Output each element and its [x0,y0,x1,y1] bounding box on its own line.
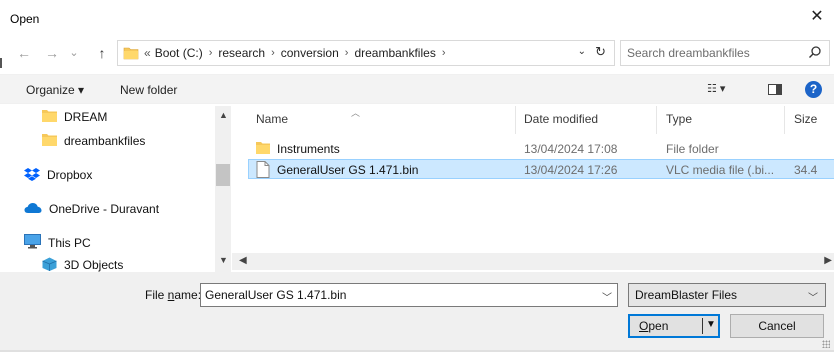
title-bar: Open ✕ [0,0,834,32]
sidebar-item-dreambankfiles[interactable]: dreambankfiles [42,130,231,152]
back-button[interactable]: ← [14,43,34,63]
sidebar-item-label: dreambankfiles [64,134,146,148]
file-type-select[interactable]: DreamBlaster Files ﹀ [628,283,826,307]
sidebar-item-onedrive[interactable]: OneDrive - Duravant [24,198,231,220]
folder-icon [42,109,57,126]
table-row[interactable]: GeneralUser GS 1.471.bin 13/04/2024 17:2… [248,159,834,179]
open-options-dropdown-icon[interactable]: ▼ [706,319,716,330]
column-header-type[interactable]: Type [666,112,692,126]
file-icon [256,161,270,181]
file-type: VLC media file (.bi... [666,163,775,177]
column-divider[interactable] [784,106,785,134]
resize-grip-icon[interactable] [822,340,830,348]
search-icon[interactable] [808,45,822,62]
column-header-name[interactable]: Name [256,112,288,126]
refresh-icon[interactable]: ↻ [595,44,606,60]
open-file-dialog: Open ✕ ← → ⌄ ↑ « Boot (C:) › research › … [0,0,834,352]
chevron-down-icon[interactable]: ﹀ [808,289,818,304]
split-divider [702,318,703,334]
cancel-button-label: Cancel [758,319,796,333]
file-type-selected: DreamBlaster Files [635,288,738,302]
navigation-pane: DREAM dreambankfiles Dropbox OneDrive - … [0,106,231,272]
file-date: 13/04/2024 17:26 [524,163,618,177]
address-bar[interactable]: « Boot (C:) › research › conversion › dr… [117,40,615,66]
search-input[interactable] [627,45,797,61]
preview-pane-icon[interactable] [768,84,782,95]
search-box [620,40,830,66]
close-icon[interactable]: ✕ [808,8,826,26]
sidebar-item-dropbox[interactable]: Dropbox [24,164,231,186]
sidebar-item-3d-objects[interactable]: 3D Objects [42,254,231,272]
scroll-down-arrow-icon[interactable]: ▼ [219,255,228,265]
command-toolbar: Organize ▾ New folder ☷ ▾ ? [0,74,834,104]
3d-objects-icon [42,257,57,273]
chevron-down-icon[interactable]: ⌄ [578,46,586,57]
sidebar-item-dream[interactable]: DREAM [42,106,231,128]
dialog-title: Open [10,12,40,26]
onedrive-icon [24,202,42,217]
address-row: ← → ⌄ ↑ « Boot (C:) › research › convers… [0,40,834,66]
file-name: Instruments [277,142,340,156]
column-divider[interactable] [656,106,657,134]
chevron-right-icon[interactable]: › [345,47,349,59]
cancel-button[interactable]: Cancel [730,314,824,338]
file-name-label: File name: [145,288,202,302]
new-folder-button[interactable]: New folder [120,83,177,97]
change-view-button[interactable]: ☷ ▾ [707,82,725,95]
folder-icon [255,140,271,159]
chevron-right-icon[interactable]: › [209,47,213,59]
chevron-right-icon[interactable]: › [442,47,446,59]
scroll-left-arrow-icon[interactable]: ◀ [239,255,247,266]
file-name-value[interactable]: GeneralUser GS 1.471.bin [205,288,346,302]
file-size: 34.4 [794,163,818,177]
recent-locations-button[interactable]: ⌄ [64,43,84,63]
breadcrumb-item[interactable]: conversion [281,46,339,60]
breadcrumb-item[interactable]: dreambankfiles [354,46,435,60]
sidebar-item-this-pc[interactable]: This PC [24,232,231,254]
column-divider[interactable] [515,106,516,134]
sidebar-item-label: Dropbox [47,168,93,182]
sort-ascending-icon: ︿ [351,108,361,118]
sidebar-item-label: OneDrive - Duravant [49,202,160,216]
navigation-scrollbar[interactable]: ▲ ▼ [215,106,231,272]
breadcrumb: « Boot (C:) › research › conversion › dr… [144,46,451,60]
column-header-date-modified[interactable]: Date modified [524,112,598,126]
breadcrumb-item[interactable]: Boot (C:) [155,46,203,60]
file-name-field[interactable]: GeneralUser GS 1.471.bin ﹀ [200,283,618,307]
dialog-footer: File name: GeneralUser GS 1.471.bin ﹀ Dr… [0,272,834,352]
computer-icon [24,234,41,252]
scroll-right-arrow-icon[interactable]: ▶ [824,255,832,266]
file-type: File folder [666,142,719,156]
file-date: 13/04/2024 17:08 [524,142,618,156]
open-button-label: Open [639,319,669,333]
forward-button[interactable]: → [42,43,62,63]
breadcrumb-overflow[interactable]: « [144,46,151,60]
file-list: ︿ Name Date modified Type Size Instrumen… [232,106,834,272]
help-icon[interactable]: ? [805,81,822,98]
table-row[interactable]: Instruments 13/04/2024 17:08 File folder [248,139,834,159]
scroll-up-arrow-icon[interactable]: ▲ [219,110,228,120]
folder-icon [42,133,57,150]
file-name: GeneralUser GS 1.471.bin [277,163,419,177]
dropbox-icon [24,167,40,184]
column-header-size[interactable]: Size [794,112,817,126]
folder-icon [123,45,139,64]
open-button[interactable]: Open ▼ [628,314,720,338]
sidebar-item-label: This PC [48,236,91,250]
breadcrumb-item[interactable]: research [218,46,265,60]
up-button[interactable]: ↑ [92,43,112,63]
sidebar-item-label: 3D Objects [64,258,124,272]
sidebar-item-label: DREAM [64,110,108,124]
horizontal-scrollbar[interactable]: ◀ ▶ [232,253,834,270]
chevron-down-icon[interactable]: ﹀ [602,289,612,304]
organize-button[interactable]: Organize ▾ [26,83,84,97]
scrollbar-thumb[interactable] [216,164,230,186]
chevron-right-icon[interactable]: › [271,47,275,59]
